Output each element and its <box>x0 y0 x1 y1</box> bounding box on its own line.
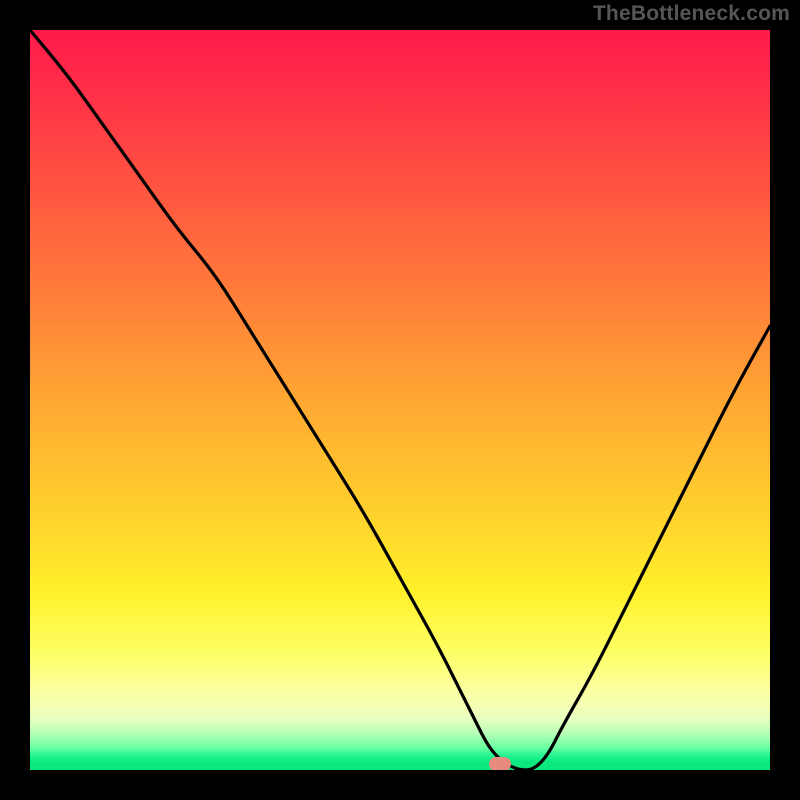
bottleneck-curve <box>30 30 770 770</box>
curve-svg <box>30 30 770 770</box>
watermark-text: TheBottleneck.com <box>593 2 790 26</box>
optimal-marker <box>489 757 511 770</box>
plot-area <box>30 30 770 770</box>
chart-frame: TheBottleneck.com <box>0 0 800 800</box>
